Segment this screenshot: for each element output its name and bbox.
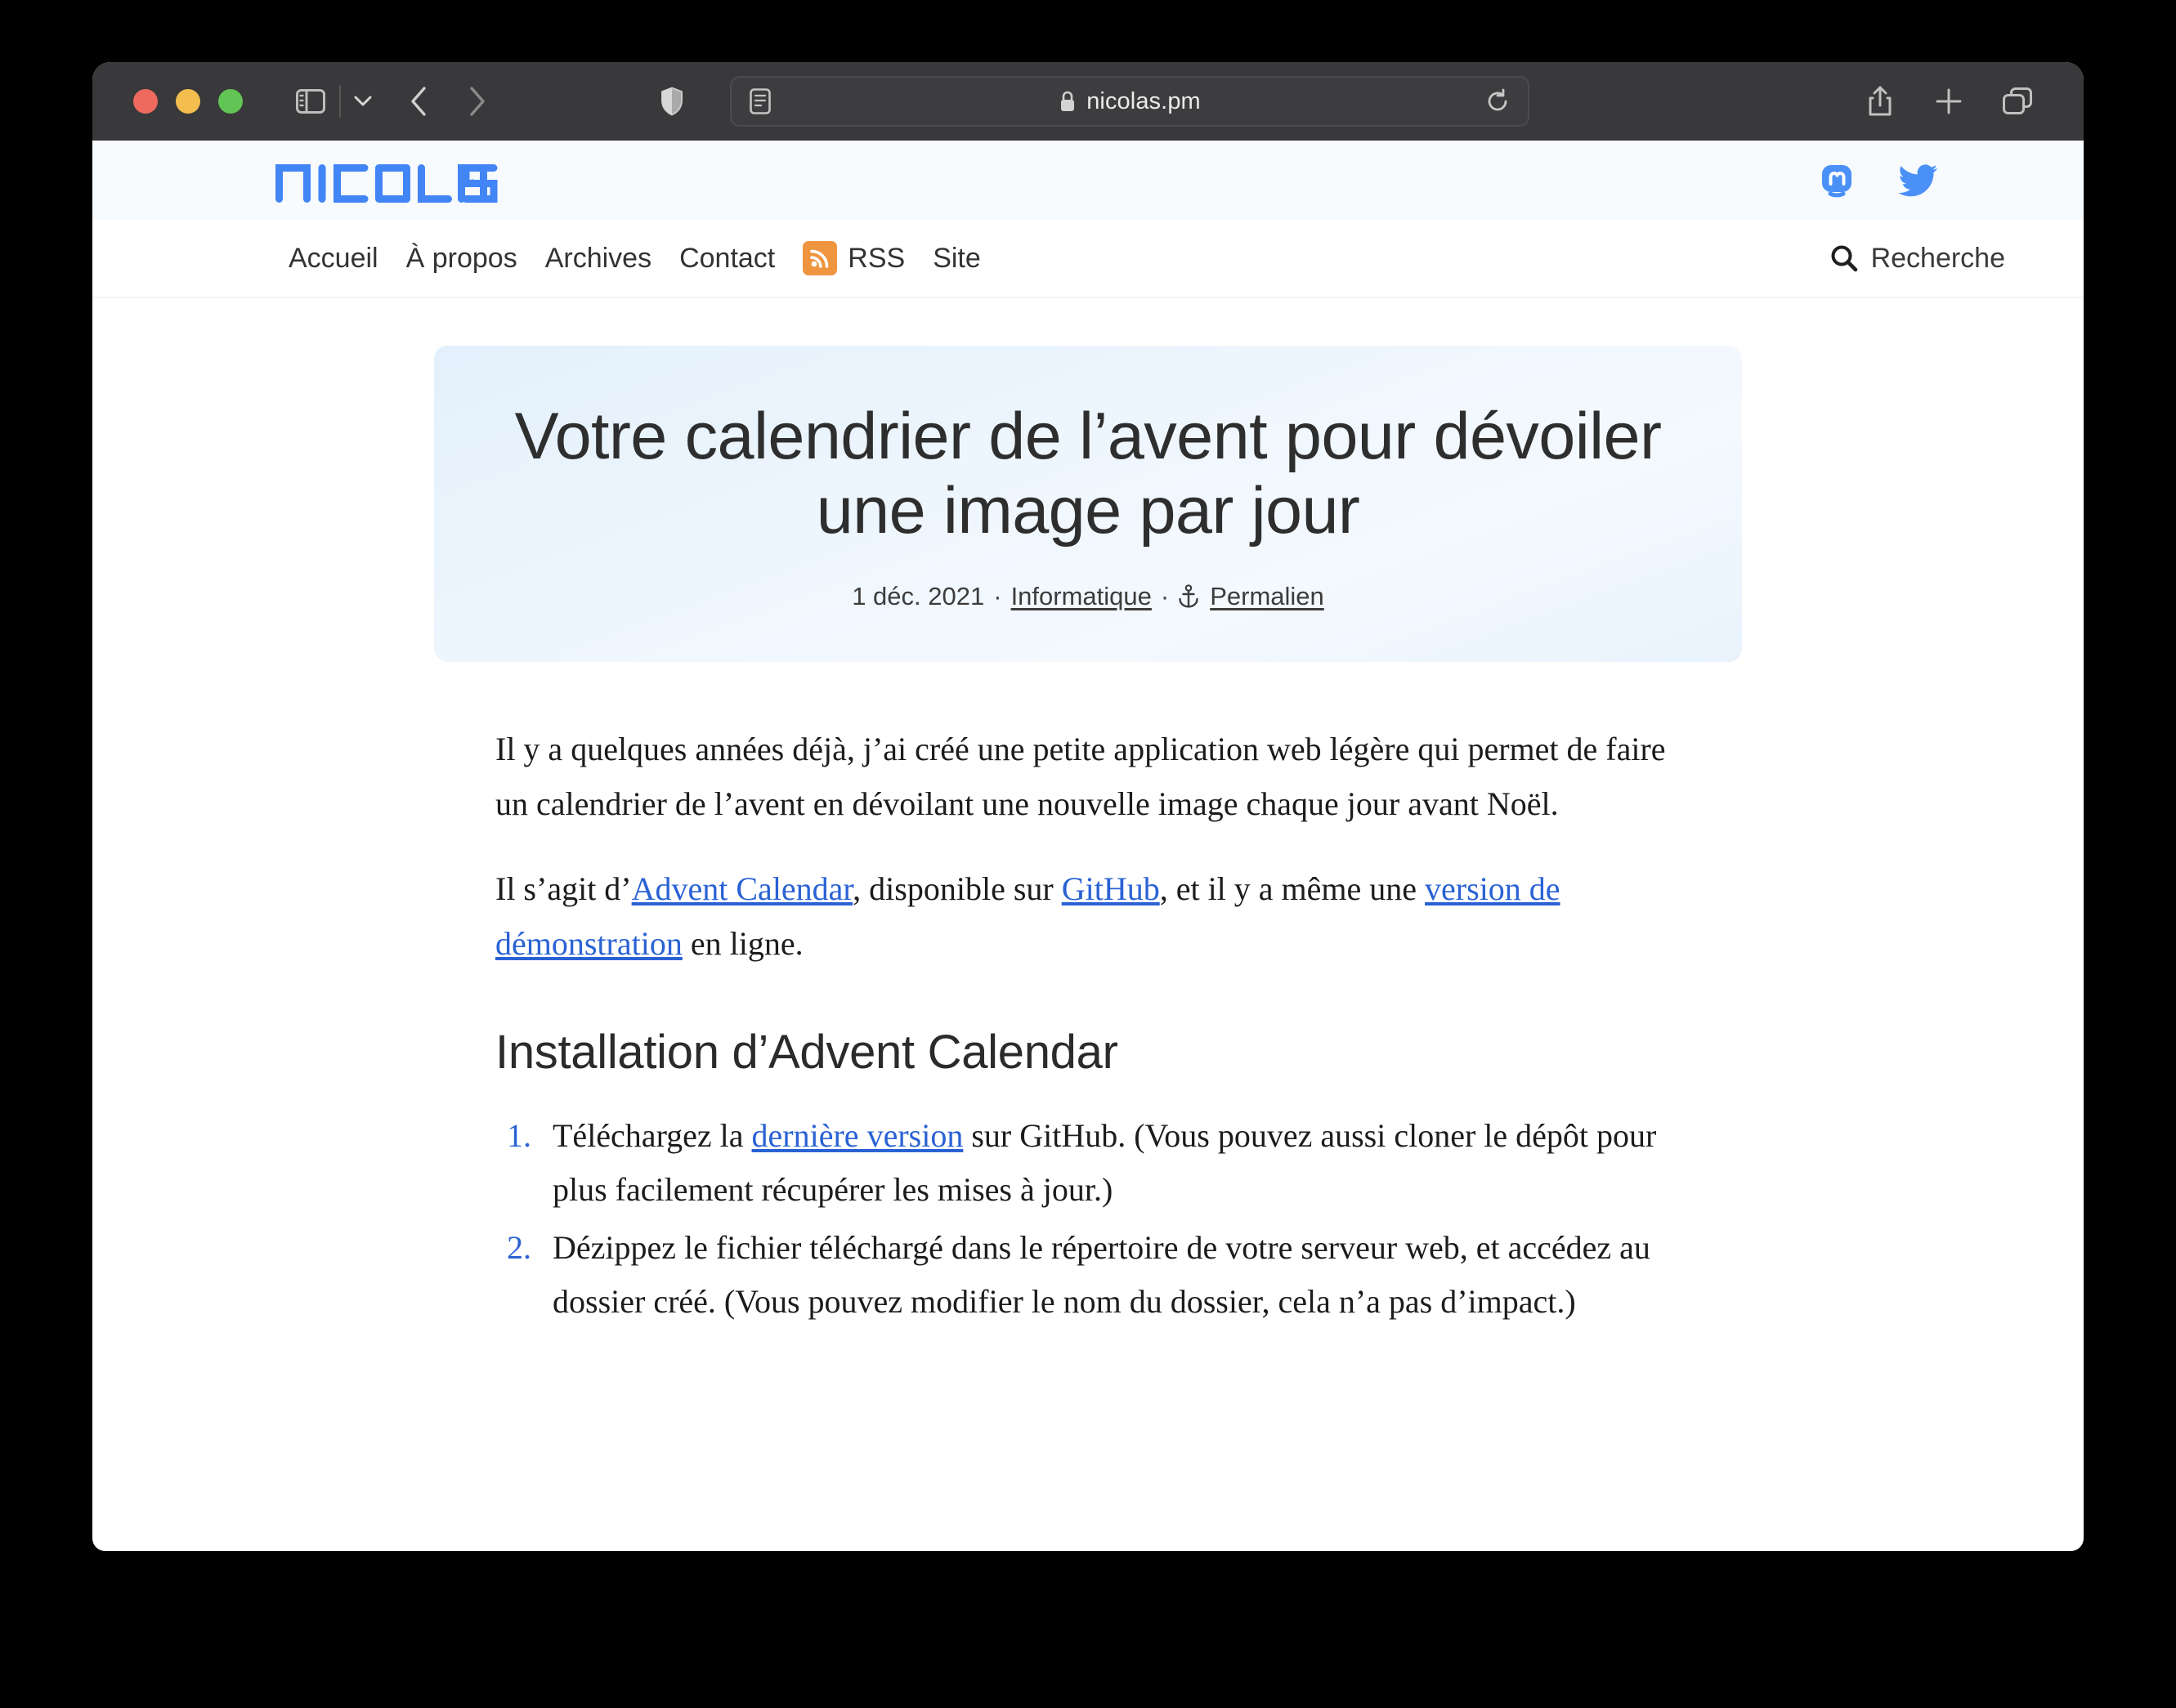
text-fragment: , disponible sur [853, 870, 1062, 908]
share-icon[interactable] [1860, 76, 1901, 127]
nav-item-rss[interactable]: RSS [789, 241, 919, 275]
lock-icon [1059, 90, 1077, 113]
text-fragment: Téléchargez la [553, 1117, 752, 1154]
plus-icon[interactable] [1928, 76, 1969, 127]
permalink-link[interactable]: Permalien [1210, 582, 1324, 611]
forward-arrow-icon[interactable] [455, 76, 499, 127]
anchor-icon [1178, 584, 1199, 609]
maximize-window-button[interactable] [218, 89, 243, 114]
installation-steps-list: Téléchargez la dernière version sur GitH… [495, 1109, 1681, 1330]
list-item: Dézippez le fichier téléchargé dans le r… [495, 1221, 1681, 1330]
sidebar-toggle-group [285, 76, 382, 127]
search-icon [1830, 244, 1858, 272]
text-fragment: Dézippez le fichier téléchargé dans le r… [553, 1228, 1650, 1321]
nav-items: Accueil À propos Archives Contact RSS Si… [275, 241, 995, 275]
navigation-buttons [396, 76, 499, 127]
advent-calendar-link[interactable]: Advent Calendar [632, 870, 853, 907]
site-navigation: Accueil À propos Archives Contact RSS Si… [92, 220, 2084, 298]
toolbar-divider [339, 85, 341, 118]
paragraph-links: Il s’agit d’Advent Calendar, disponible … [495, 862, 1681, 971]
chevron-down-icon[interactable] [344, 76, 382, 127]
browser-titlebar: nicolas.pm [92, 62, 2084, 141]
latest-version-link[interactable]: dernière version [752, 1117, 964, 1154]
site-logo-bar [92, 141, 2084, 220]
reload-icon[interactable] [1485, 88, 1510, 114]
traffic-light-buttons [133, 89, 243, 114]
post-meta: 1 déc. 2021 · Informatique · Permalien [483, 582, 1693, 611]
address-bar-content: nicolas.pm [732, 88, 1528, 115]
section-heading-installation: Installation d’Advent Calendar [495, 1026, 1118, 1079]
github-link[interactable]: GitHub [1062, 870, 1160, 907]
site-logo[interactable] [275, 158, 498, 203]
text-fragment: Il s’agit d’ [495, 870, 632, 908]
page-viewport: Accueil À propos Archives Contact RSS Si… [92, 141, 2084, 1551]
post-category-link[interactable]: Informatique [1011, 582, 1152, 611]
reader-view-icon[interactable] [750, 88, 771, 114]
text-fragment: en ligne. [682, 924, 804, 962]
nav-item-archives[interactable]: Archives [531, 243, 665, 275]
meta-separator: · [993, 582, 1002, 611]
back-arrow-icon[interactable] [396, 76, 441, 127]
nav-item-accueil[interactable]: Accueil [275, 243, 392, 275]
nav-label: Accueil [289, 242, 378, 274]
address-bar[interactable]: nicolas.pm [730, 76, 1529, 127]
mastodon-icon[interactable] [1820, 163, 1853, 198]
article-body: Il y a quelques années déjà, j’ai créé u… [495, 662, 1681, 1329]
nav-label: Archives [544, 242, 652, 274]
text-fragment: , et il y a même une [1159, 870, 1426, 908]
nav-label: RSS [848, 242, 906, 274]
nav-label: Contact [679, 242, 776, 274]
twitter-icon[interactable] [1899, 163, 1938, 198]
post-header-card: Votre calendrier de l’avent pour dévoile… [434, 346, 1742, 663]
search-label: Recherche [1870, 242, 2005, 274]
minimize-window-button[interactable] [176, 89, 200, 114]
paragraph-intro: Il y a quelques années déjà, j’ai créé u… [495, 731, 1666, 822]
meta-separator: · [1160, 582, 1170, 611]
list-item: Téléchargez la dernière version sur GitH… [495, 1109, 1681, 1218]
nav-label: Site [933, 242, 981, 274]
browser-window: nicolas.pm Accueil À propos Archives Con… [92, 62, 2084, 1551]
toolbar-right-actions [1860, 76, 2053, 127]
rss-icon [803, 241, 838, 275]
nav-item-site[interactable]: Site [919, 243, 995, 275]
search-button[interactable]: Recherche [1830, 243, 2005, 275]
url-text: nicolas.pm [1086, 87, 1201, 114]
nav-item-contact[interactable]: Contact [665, 243, 789, 275]
sidebar-icon[interactable] [285, 76, 336, 127]
nav-item-a-propos[interactable]: À propos [392, 243, 531, 275]
privacy-shield-icon[interactable] [647, 76, 697, 127]
tab-overview-icon[interactable] [1997, 76, 2038, 127]
nav-label: À propos [405, 242, 517, 274]
social-links [1820, 163, 1938, 198]
page-title: Votre calendrier de l’avent pour dévoile… [514, 400, 1662, 548]
post-date: 1 déc. 2021 [852, 582, 985, 611]
close-window-button[interactable] [133, 89, 158, 114]
